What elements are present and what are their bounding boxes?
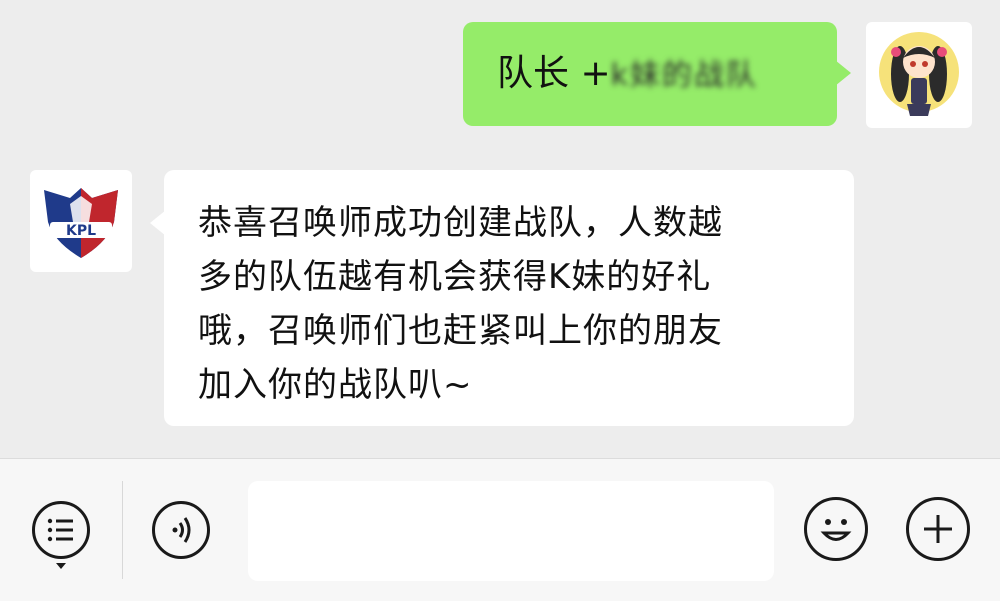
user-avatar[interactable] bbox=[866, 22, 972, 128]
sent-message-obscured-text: k妹的战队 bbox=[610, 58, 758, 93]
kpl-logo-text: KPL bbox=[66, 223, 96, 239]
plus-icon bbox=[924, 515, 952, 543]
sent-message-prefix: 队长 + bbox=[497, 53, 611, 94]
anime-girl-avatar-icon bbox=[879, 32, 959, 116]
emoji-button[interactable] bbox=[804, 497, 868, 561]
message-line: 恭喜召唤师成功创建战队，人数越 bbox=[198, 203, 723, 243]
menu-button[interactable] bbox=[32, 501, 90, 559]
message-line: 加入你的战队叭~ bbox=[198, 365, 473, 405]
voice-icon bbox=[172, 517, 191, 543]
message-line: 哦，召唤师们也赶紧叫上你的朋友 bbox=[198, 311, 723, 351]
toolbar-divider bbox=[122, 481, 123, 579]
menu-caret-icon bbox=[56, 563, 66, 569]
received-message-bubble[interactable]: 恭喜召唤师成功创建战队，人数越 多的队伍越有机会获得K妹的好礼 哦，召唤师们也赶… bbox=[150, 170, 854, 426]
chat-input-toolbar bbox=[0, 458, 1000, 601]
more-button[interactable] bbox=[906, 497, 970, 561]
sent-message-bubble[interactable]: 队长 +k妹的战队 bbox=[463, 22, 851, 126]
kpl-logo-icon: KPL bbox=[44, 188, 118, 258]
chat-area: 队长 +k妹的战队 KPL 恭喜召唤师成功创建战队，人数越 多的队伍越有机会获得… bbox=[0, 0, 1000, 458]
emoji-icon bbox=[820, 519, 852, 541]
message-line: 多的队伍越有机会获得K妹的好礼 bbox=[198, 257, 712, 297]
list-menu-icon bbox=[47, 518, 73, 542]
message-input[interactable] bbox=[248, 481, 774, 581]
voice-button[interactable] bbox=[152, 501, 210, 559]
kpl-avatar[interactable]: KPL bbox=[30, 170, 132, 272]
